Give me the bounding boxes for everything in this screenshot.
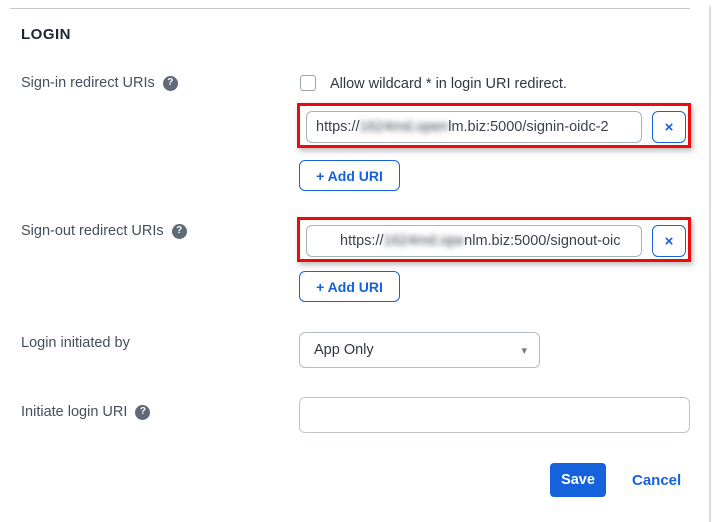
signin-redirect-uri-input[interactable]: https://1624md.openlm.biz:5000/signin-oi… (306, 111, 642, 143)
help-icon[interactable]: ? (172, 224, 187, 239)
remove-signout-uri-button[interactable]: × (652, 225, 686, 257)
initiate-login-uri-label-text: Initiate login URI (21, 404, 127, 420)
allow-wildcard-checkbox-label: Allow wildcard * in login URI redirect. (330, 76, 567, 92)
login-initiated-by-select[interactable]: App Only ▾ (299, 332, 540, 368)
remove-signin-uri-button[interactable]: × (652, 111, 686, 143)
add-signout-uri-button[interactable]: + Add URI (299, 271, 400, 302)
login-initiated-by-label-text: Login initiated by (21, 335, 130, 351)
signout-redirect-uri-input[interactable]: https://1624md.openlm.biz:5000/signout-o… (306, 225, 642, 257)
close-icon: × (665, 233, 674, 250)
section-title-login: LOGIN (21, 26, 71, 43)
help-icon[interactable]: ? (135, 405, 150, 420)
uri-text-prefix: https:// (316, 119, 360, 135)
help-icon[interactable]: ? (163, 76, 178, 91)
add-signin-uri-button[interactable]: + Add URI (299, 160, 400, 191)
signout-redirect-uris-label-text: Sign-out redirect URIs (21, 223, 164, 239)
login-settings-panel: LOGIN Sign-in redirect URIs ? Allow wild… (0, 0, 717, 522)
uri-text-prefix: https:// (340, 233, 384, 249)
selected-option-label: App Only (314, 342, 374, 358)
uri-text-redacted: 1624md.ope (384, 233, 465, 249)
chevron-down-icon: ▾ (521, 344, 527, 357)
allow-wildcard-checkbox[interactable] (300, 75, 316, 91)
initiate-login-uri-input[interactable] (299, 397, 690, 433)
signin-redirect-uris-label-text: Sign-in redirect URIs (21, 75, 155, 91)
top-divider (10, 8, 690, 9)
save-button[interactable]: Save (550, 463, 606, 497)
cancel-button[interactable]: Cancel (632, 472, 681, 489)
panel-right-border (709, 6, 711, 522)
initiate-login-uri-label: Initiate login URI ? (21, 404, 150, 420)
signin-redirect-uris-label: Sign-in redirect URIs ? (21, 75, 178, 91)
login-initiated-by-label: Login initiated by (21, 335, 130, 351)
uri-text-suffix: lm.biz:5000/signin-oidc-2 (448, 119, 608, 135)
close-icon: × (665, 119, 674, 136)
signout-redirect-uris-label: Sign-out redirect URIs ? (21, 223, 187, 239)
uri-text-suffix: nlm.biz:5000/signout-oic (464, 233, 620, 249)
uri-text-redacted: 1624md.open (360, 119, 449, 135)
